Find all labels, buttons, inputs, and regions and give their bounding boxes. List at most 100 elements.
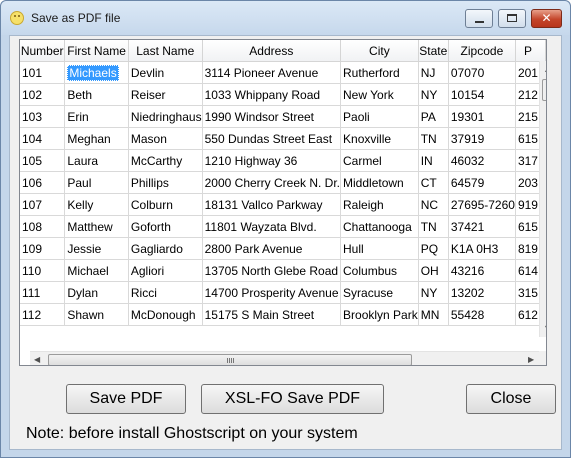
cell-state[interactable]: TN: [418, 127, 449, 150]
cell-last-name[interactable]: Colburn: [128, 193, 203, 216]
cell-zipcode[interactable]: 46032: [448, 149, 516, 172]
cell-first-name[interactable]: Paul: [64, 171, 129, 194]
cell-last-name[interactable]: Devlin: [128, 61, 203, 84]
cell-number[interactable]: 111: [20, 281, 66, 304]
column-header-last-name[interactable]: Last Name: [128, 40, 203, 62]
cell-city[interactable]: Rutherford: [340, 61, 419, 84]
cell-zipcode[interactable]: 37919: [448, 127, 516, 150]
cell-state[interactable]: CT: [418, 171, 449, 194]
cell-address[interactable]: 3114 Pioneer Avenue: [202, 61, 342, 84]
cell-zipcode[interactable]: 27695-7260: [448, 193, 516, 216]
cell-number[interactable]: 102: [20, 83, 66, 106]
cell-city[interactable]: New York: [340, 83, 419, 106]
cell-last-name[interactable]: McCarthy: [128, 149, 203, 172]
table-row[interactable]: 104 Meghan Mason 550 Dundas Street East Knox…: [20, 127, 546, 150]
cell-number[interactable]: 104: [20, 127, 66, 150]
scroll-down-arrow-icon[interactable]: ▼: [545, 325, 546, 333]
cell-address[interactable]: 550 Dundas Street East: [202, 127, 342, 150]
cell-first-name[interactable]: Jessie: [64, 237, 129, 260]
cell-number[interactable]: 101: [20, 61, 66, 84]
cell-last-name[interactable]: Niedringhaus: [128, 105, 203, 128]
cell-address[interactable]: 1990 Windsor Street: [202, 105, 342, 128]
xslfo-save-pdf-button[interactable]: XSL-FO Save PDF: [201, 384, 384, 414]
horizontal-scroll-thumb[interactable]: [48, 354, 412, 365]
table-row[interactable]: 110 Michael Agliori 13705 North Glebe Road C…: [20, 259, 546, 282]
cell-state[interactable]: OH: [418, 259, 449, 282]
save-pdf-button[interactable]: Save PDF: [66, 384, 186, 414]
cell-city[interactable]: Middletown: [340, 171, 419, 194]
cell-last-name[interactable]: Goforth: [128, 215, 203, 238]
vertical-scroll-thumb[interactable]: [542, 79, 546, 101]
cell-last-name[interactable]: Reiser: [128, 83, 203, 106]
table-row[interactable]: 103 Erin Niedringhaus 1990 Windsor Street Pa…: [20, 105, 546, 128]
cell-zipcode[interactable]: K1A 0H3: [448, 237, 516, 260]
table-row[interactable]: 107 Kelly Colburn 18131 Vallco Parkway Ralei…: [20, 193, 546, 216]
table-row[interactable]: 106 Paul Phillips 2000 Cherry Creek N. Dr. M…: [20, 171, 546, 194]
table-row[interactable]: 108 Matthew Goforth 11801 Wayzata Blvd. Chat…: [20, 215, 546, 238]
cell-state[interactable]: PQ: [418, 237, 449, 260]
cell-zipcode[interactable]: 64579: [448, 171, 516, 194]
table-row[interactable]: 109 Jessie Gagliardo 2800 Park Avenue Hull PQ…: [20, 237, 546, 260]
cell-city[interactable]: Syracuse: [340, 281, 419, 304]
cell-last-name[interactable]: Gagliardo: [128, 237, 203, 260]
close-button[interactable]: Close: [466, 384, 556, 414]
cell-first-name[interactable]: Michael: [64, 259, 129, 282]
selected-cell-text[interactable]: Michaels: [67, 64, 119, 81]
scroll-right-arrow-icon[interactable]: ▶: [528, 356, 534, 364]
cell-number[interactable]: 105: [20, 149, 66, 172]
cell-first-name[interactable]: Erin: [64, 105, 129, 128]
table-row[interactable]: 102 Beth Reiser 1033 Whippany Road New York N…: [20, 83, 546, 106]
cell-zipcode[interactable]: 55428: [448, 303, 516, 326]
cell-city[interactable]: Raleigh: [340, 193, 419, 216]
cell-state[interactable]: NY: [418, 83, 449, 106]
cell-first-name[interactable]: Matthew: [64, 215, 129, 238]
cell-first-name[interactable]: Shawn: [64, 303, 129, 326]
cell-first-name[interactable]: Meghan: [64, 127, 129, 150]
table-row[interactable]: 111 Dylan Ricci 14700 Prosperity Avenue Syra…: [20, 281, 546, 304]
cell-city[interactable]: Carmel: [340, 149, 419, 172]
cell-number[interactable]: 109: [20, 237, 66, 260]
maximize-button[interactable]: [498, 9, 526, 28]
data-grid[interactable]: Number First Name Last Name Address City…: [19, 39, 547, 366]
cell-number[interactable]: 108: [20, 215, 66, 238]
column-header-zipcode[interactable]: Zipcode: [448, 40, 516, 62]
cell-state[interactable]: MN: [418, 303, 449, 326]
cell-number[interactable]: 103: [20, 105, 66, 128]
cell-city[interactable]: Columbus: [340, 259, 419, 282]
column-header-address[interactable]: Address: [202, 40, 342, 62]
cell-last-name[interactable]: Mason: [128, 127, 203, 150]
cell-number[interactable]: 106: [20, 171, 66, 194]
cell-zipcode[interactable]: 43216: [448, 259, 516, 282]
cell-city[interactable]: Knoxville: [340, 127, 419, 150]
cell-first-name[interactable]: Dylan: [64, 281, 129, 304]
table-row[interactable]: 105 Laura McCarthy 1210 Highway 36 Carmel IN 4…: [20, 149, 546, 172]
column-header-state[interactable]: State: [418, 40, 449, 62]
cell-state[interactable]: NJ: [418, 61, 449, 84]
cell-city[interactable]: Chattanooga: [340, 215, 419, 238]
column-header-number[interactable]: Number: [20, 40, 66, 62]
cell-city[interactable]: Brooklyn Park: [340, 303, 419, 326]
cell-address[interactable]: 1210 Highway 36: [202, 149, 342, 172]
cell-state[interactable]: PA: [418, 105, 449, 128]
column-header-city[interactable]: City: [340, 40, 419, 62]
cell-first-name[interactable]: Beth: [64, 83, 129, 106]
cell-address[interactable]: 2800 Park Avenue: [202, 237, 342, 260]
minimize-button[interactable]: [465, 9, 493, 28]
cell-address[interactable]: 18131 Vallco Parkway: [202, 193, 342, 216]
cell-number[interactable]: 112: [20, 303, 66, 326]
scroll-up-arrow-icon[interactable]: ▲: [545, 65, 546, 73]
cell-address[interactable]: 13705 North Glebe Road: [202, 259, 342, 282]
cell-zipcode[interactable]: 07070: [448, 61, 516, 84]
vertical-scrollbar[interactable]: ▲ ▼: [539, 61, 546, 337]
table-row[interactable]: 112 Shawn McDonough 15175 S Main Street Broo…: [20, 303, 546, 326]
cell-first-name[interactable]: Laura: [64, 149, 129, 172]
cell-address[interactable]: 1033 Whippany Road: [202, 83, 342, 106]
cell-last-name[interactable]: McDonough: [128, 303, 203, 326]
cell-number[interactable]: 107: [20, 193, 66, 216]
cell-address[interactable]: 11801 Wayzata Blvd.: [202, 215, 342, 238]
cell-address[interactable]: 15175 S Main Street: [202, 303, 342, 326]
cell-city[interactable]: Hull: [340, 237, 419, 260]
cell-address[interactable]: 2000 Cherry Creek N. Dr.: [202, 171, 342, 194]
title-bar[interactable]: Save as PDF file ✕: [1, 1, 570, 35]
table-row[interactable]: 101 Michaels Devlin 3114 Pioneer Avenue Ruth…: [20, 61, 546, 84]
